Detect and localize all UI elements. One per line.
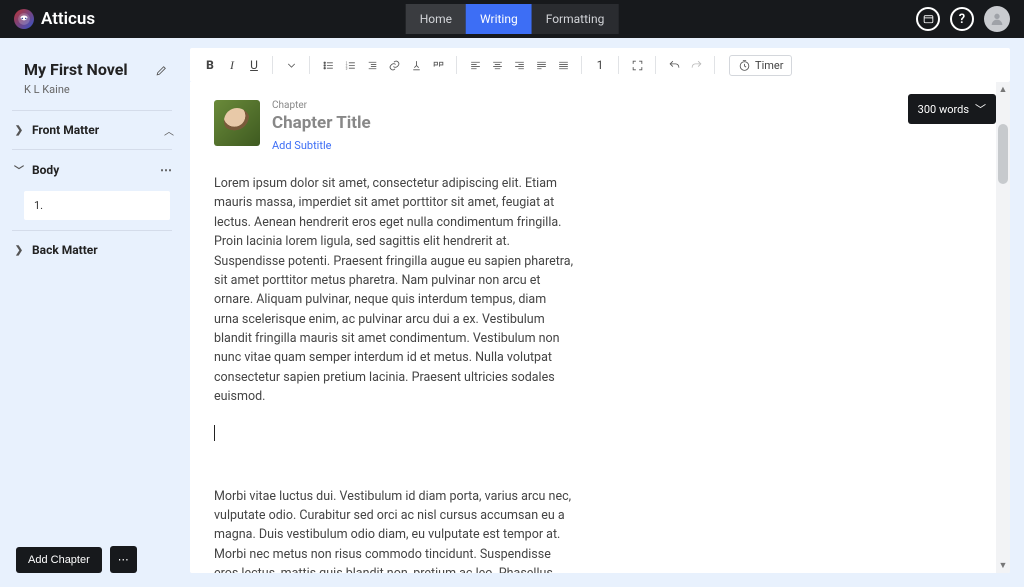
- align-right-button[interactable]: [509, 55, 529, 75]
- top-bar: Atticus Home Writing Formatting ?: [0, 0, 1024, 38]
- chapter-list-item[interactable]: 1.: [24, 191, 170, 220]
- vertical-scrollbar[interactable]: ▲ ▼: [996, 82, 1010, 573]
- sidebar: My First Novel K L Kaine ❯ Front Matter …: [0, 38, 184, 587]
- chevron-right-icon: ❯: [14, 245, 24, 256]
- timer-label: Timer: [755, 59, 783, 72]
- board-icon[interactable]: [916, 7, 940, 31]
- underline-button[interactable]: U: [244, 55, 264, 75]
- chapter-title[interactable]: Chapter Title: [272, 113, 371, 133]
- section-label: Body: [32, 163, 152, 177]
- clock-icon: [738, 59, 751, 72]
- word-count-label: 300 words: [918, 103, 969, 116]
- section-label: Back Matter: [32, 243, 172, 257]
- editor-toolbar: B I U 123 1: [190, 48, 1010, 82]
- book-author: K L Kaine: [24, 83, 128, 96]
- editor[interactable]: Chapter Chapter Title Add Subtitle Lorem…: [190, 82, 1010, 573]
- account-avatar[interactable]: [984, 6, 1010, 32]
- chevron-down-icon: ﹀: [14, 162, 24, 177]
- add-subtitle-link[interactable]: Add Subtitle: [272, 139, 371, 152]
- undo-button[interactable]: [664, 55, 684, 75]
- book-title: My First Novel: [24, 60, 128, 79]
- section-label: Front Matter: [32, 123, 148, 137]
- chevron-down-icon: ﹀: [975, 101, 986, 117]
- tab-formatting[interactable]: Formatting: [532, 4, 619, 34]
- section-front-matter[interactable]: ❯ Front Matter: [0, 111, 160, 149]
- scroll-thumb[interactable]: [998, 124, 1008, 184]
- word-count-pill[interactable]: 300 words ﹀: [908, 94, 996, 124]
- add-chapter-button[interactable]: Add Chapter: [16, 547, 102, 573]
- scroll-down-icon[interactable]: ▼: [996, 560, 1010, 571]
- tab-writing[interactable]: Writing: [466, 4, 532, 34]
- align-justify-left-button[interactable]: [531, 55, 551, 75]
- blockquote-button[interactable]: [428, 55, 448, 75]
- fullscreen-button[interactable]: [627, 55, 647, 75]
- app-logo-icon: [14, 9, 34, 29]
- link-button[interactable]: [384, 55, 404, 75]
- scroll-up-icon[interactable]: ▲: [996, 84, 1010, 95]
- bullet-list-button[interactable]: [318, 55, 338, 75]
- timer-button[interactable]: Timer: [729, 55, 792, 76]
- align-justify-button[interactable]: [553, 55, 573, 75]
- align-left-button[interactable]: [465, 55, 485, 75]
- chevron-right-icon: ❯: [14, 125, 24, 136]
- chapter-kicker: Chapter: [272, 100, 371, 111]
- brand[interactable]: Atticus: [14, 9, 95, 29]
- italic-button[interactable]: I: [222, 55, 242, 75]
- author-image: [214, 100, 260, 146]
- edit-book-icon[interactable]: [155, 64, 168, 80]
- header-right: ?: [916, 6, 1010, 32]
- help-icon[interactable]: ?: [950, 7, 974, 31]
- nav-tabs: Home Writing Formatting: [406, 4, 619, 34]
- editor-container: 300 words ﹀ Chapter Chapter Title Add Su…: [190, 82, 1010, 573]
- align-center-button[interactable]: [487, 55, 507, 75]
- app-name: Atticus: [41, 9, 95, 29]
- collapse-sidebar-icon[interactable]: ︿: [160, 123, 184, 138]
- text-style-dropdown[interactable]: [281, 55, 301, 75]
- bold-button[interactable]: B: [200, 55, 220, 75]
- svg-text:3: 3: [345, 66, 347, 70]
- paragraph[interactable]: Morbi vitae luctus dui. Vestibulum id di…: [214, 487, 574, 574]
- redo-button[interactable]: [686, 55, 706, 75]
- numbered-list-button[interactable]: 123: [340, 55, 360, 75]
- add-chapter-more-button[interactable]: ⋯: [110, 546, 137, 573]
- text-cursor: [214, 425, 986, 441]
- section-back-matter[interactable]: ❯ Back Matter: [0, 231, 184, 269]
- heading-level-button[interactable]: 1: [590, 55, 610, 75]
- indent-list-button[interactable]: [362, 55, 382, 75]
- section-more-icon[interactable]: ⋯: [160, 163, 172, 177]
- tab-home[interactable]: Home: [406, 4, 466, 34]
- clear-format-button[interactable]: [406, 55, 426, 75]
- section-body[interactable]: ﹀ Body ⋯: [0, 150, 184, 189]
- main-area: ‹ More Tools B I U 123 1: [184, 38, 1024, 587]
- paragraph[interactable]: Lorem ipsum dolor sit amet, consectetur …: [214, 174, 574, 407]
